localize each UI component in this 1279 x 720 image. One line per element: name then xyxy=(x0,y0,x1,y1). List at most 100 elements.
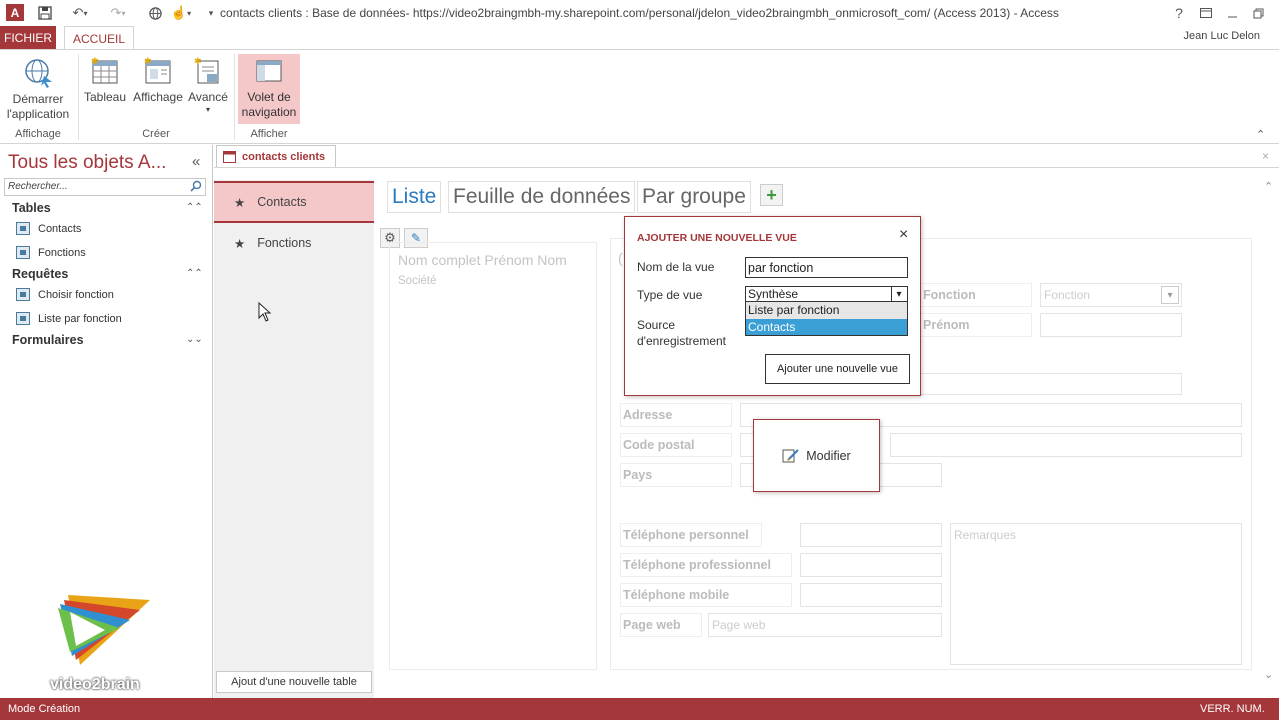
type-vue-dropdown: Liste par fonction Contacts xyxy=(745,301,908,336)
collapse-tables-icon[interactable]: ⌃⌃ xyxy=(186,202,203,213)
remarques-field[interactable]: Remarques xyxy=(950,523,1242,665)
document-tab-contacts-clients[interactable]: contacts clients xyxy=(216,145,336,167)
source-label: Source d'enregistrement xyxy=(637,317,726,349)
restore-icon[interactable] xyxy=(1248,3,1268,23)
detail-panel-header-fragment: ( xyxy=(618,250,623,266)
ribbon-display-icon[interactable] xyxy=(1196,3,1216,23)
nav-item-label: Contacts xyxy=(38,222,82,235)
view-tab-liste[interactable]: Liste xyxy=(387,181,442,213)
mouse-cursor-icon xyxy=(258,301,272,325)
app-document-icon xyxy=(223,150,236,163)
nav-item-label: Fonctions xyxy=(38,246,86,259)
collapse-requetes-icon[interactable]: ⌃⌃ xyxy=(186,268,203,279)
logo-text: video2brain xyxy=(50,676,140,693)
web-icon[interactable] xyxy=(144,3,166,23)
add-view-submit-button[interactable]: Ajouter une nouvelle vue xyxy=(765,354,910,384)
telephone-mobile-label[interactable]: Téléphone mobile xyxy=(620,583,792,607)
minimize-icon[interactable] xyxy=(1222,3,1242,23)
volet-navigation-button[interactable]: Volet de navigation xyxy=(238,54,300,124)
ribbon-separator xyxy=(234,54,235,140)
table-item-fonctions[interactable]: ★ Fonctions xyxy=(214,222,374,264)
ribbon-separator xyxy=(78,54,79,140)
prenom-label[interactable]: Prénom xyxy=(920,313,1032,337)
advanced-icon: ✱ xyxy=(194,56,219,84)
nav-section-formulaires[interactable]: Formulaires xyxy=(12,333,84,347)
avance-button[interactable]: ✱ Avancé ▾ xyxy=(186,56,230,115)
telephone-personnel-label[interactable]: Téléphone personnel xyxy=(620,523,762,547)
table-item-label: Fonctions xyxy=(257,236,312,250)
customize-toolbar-icon[interactable]: ▾ xyxy=(204,3,218,23)
page-web-field[interactable]: Page web xyxy=(708,613,942,637)
help-icon[interactable]: ? xyxy=(1170,3,1188,23)
fonction-combo-value: Fonction xyxy=(1044,288,1091,302)
code-postal-label[interactable]: Code postal xyxy=(620,433,732,457)
save-icon[interactable] xyxy=(36,3,54,23)
nav-item-liste-par-fonction[interactable]: Liste par fonction xyxy=(16,312,122,325)
nav-section-requetes[interactable]: Requêtes xyxy=(12,267,68,281)
view-tab-feuille-de-donnees[interactable]: Feuille de données xyxy=(448,181,636,213)
view-icon: ✱ xyxy=(144,56,171,84)
status-bar: Mode Création VERR. NUM. xyxy=(0,698,1279,720)
add-new-table-button[interactable]: Ajout d'une nouvelle table xyxy=(216,671,372,693)
telephone-professionnel-field[interactable] xyxy=(800,553,942,577)
nav-search-input[interactable]: Rechercher... xyxy=(4,178,206,196)
add-view-button[interactable]: + xyxy=(760,184,783,206)
pays-label[interactable]: Pays xyxy=(620,463,732,487)
view-tab-par-groupe[interactable]: Par groupe xyxy=(637,181,751,213)
query-icon xyxy=(16,312,30,325)
dropdown-option-contacts[interactable]: Contacts xyxy=(746,319,907,335)
nav-item-fonctions[interactable]: Fonctions xyxy=(16,246,86,259)
tab-accueil[interactable]: ACCUEIL xyxy=(64,26,134,50)
table-icon xyxy=(16,246,30,259)
user-name[interactable]: Jean Luc Delon xyxy=(1160,30,1260,42)
nom-vue-label: Nom de la vue xyxy=(637,260,715,274)
svg-text:✱: ✱ xyxy=(194,56,202,66)
chevron-down-icon[interactable]: ▾ xyxy=(891,287,906,302)
list-placeholder-name: Nom complet Prénom Nom xyxy=(398,252,567,268)
undo-icon[interactable]: ↶ ▾ xyxy=(66,3,94,23)
demarrer-application-button[interactable]: Démarrer l'application xyxy=(4,56,72,122)
prenom-field[interactable] xyxy=(1040,313,1182,337)
scroll-down-icon[interactable]: ⌄ xyxy=(1264,668,1273,681)
adresse-label[interactable]: Adresse xyxy=(620,403,732,427)
close-icon[interactable]: × xyxy=(899,226,908,244)
table-item-label: Contacts xyxy=(257,195,307,209)
page-web-label[interactable]: Page web xyxy=(620,613,702,637)
affichage-button[interactable]: ✱ Affichage xyxy=(130,56,186,105)
nav-item-label: Choisir fonction xyxy=(38,288,114,301)
ville-field[interactable] xyxy=(890,433,1242,457)
star-icon: ★ xyxy=(234,195,246,210)
group-creer: Créer xyxy=(142,128,170,140)
close-document-icon[interactable]: × xyxy=(1262,149,1269,163)
nom-vue-input[interactable]: par fonction xyxy=(745,257,908,278)
search-icon[interactable] xyxy=(190,180,202,195)
fonction-label[interactable]: Fonction xyxy=(920,283,1032,307)
navigation-pane-icon xyxy=(256,60,282,82)
modifier-button[interactable]: Modifier xyxy=(753,419,880,492)
collapse-ribbon-icon[interactable]: ⌃ xyxy=(1256,128,1265,141)
tableau-button[interactable]: ✱ Tableau xyxy=(82,56,128,105)
table-item-contacts[interactable]: ★ Contacts xyxy=(214,181,374,223)
collapse-nav-icon[interactable]: « xyxy=(192,153,200,170)
fonction-combo[interactable]: Fonction ▾ xyxy=(1040,283,1182,307)
expand-formulaires-icon[interactable]: ⌄⌄ xyxy=(186,334,203,345)
nav-item-choisir-fonction[interactable]: Choisir fonction xyxy=(16,288,114,301)
table-icon xyxy=(16,222,30,235)
list-panel xyxy=(389,242,597,670)
tab-fichier[interactable]: FICHIER xyxy=(0,26,56,50)
nav-pane-title[interactable]: Tous les objets A... xyxy=(8,152,166,174)
redo-icon[interactable]: ↷ ▾ xyxy=(104,3,132,23)
societe-field[interactable] xyxy=(920,373,1182,395)
video2brain-logo: video2brain xyxy=(50,590,170,693)
scroll-up-icon[interactable]: ⌃ xyxy=(1264,180,1273,193)
nav-item-contacts[interactable]: Contacts xyxy=(16,222,81,235)
type-vue-label: Type de vue xyxy=(637,288,703,302)
touch-mode-icon[interactable]: ☝ ▾ xyxy=(168,3,194,23)
telephone-professionnel-label[interactable]: Téléphone professionnel xyxy=(620,553,792,577)
chevron-down-icon[interactable]: ▾ xyxy=(1161,286,1179,304)
dropdown-option-liste-par-fonction[interactable]: Liste par fonction xyxy=(746,302,907,319)
telephone-mobile-field[interactable] xyxy=(800,583,942,607)
access-app-icon[interactable]: A xyxy=(6,4,24,21)
telephone-personnel-field[interactable] xyxy=(800,523,942,547)
nav-section-tables[interactable]: Tables xyxy=(12,201,51,215)
